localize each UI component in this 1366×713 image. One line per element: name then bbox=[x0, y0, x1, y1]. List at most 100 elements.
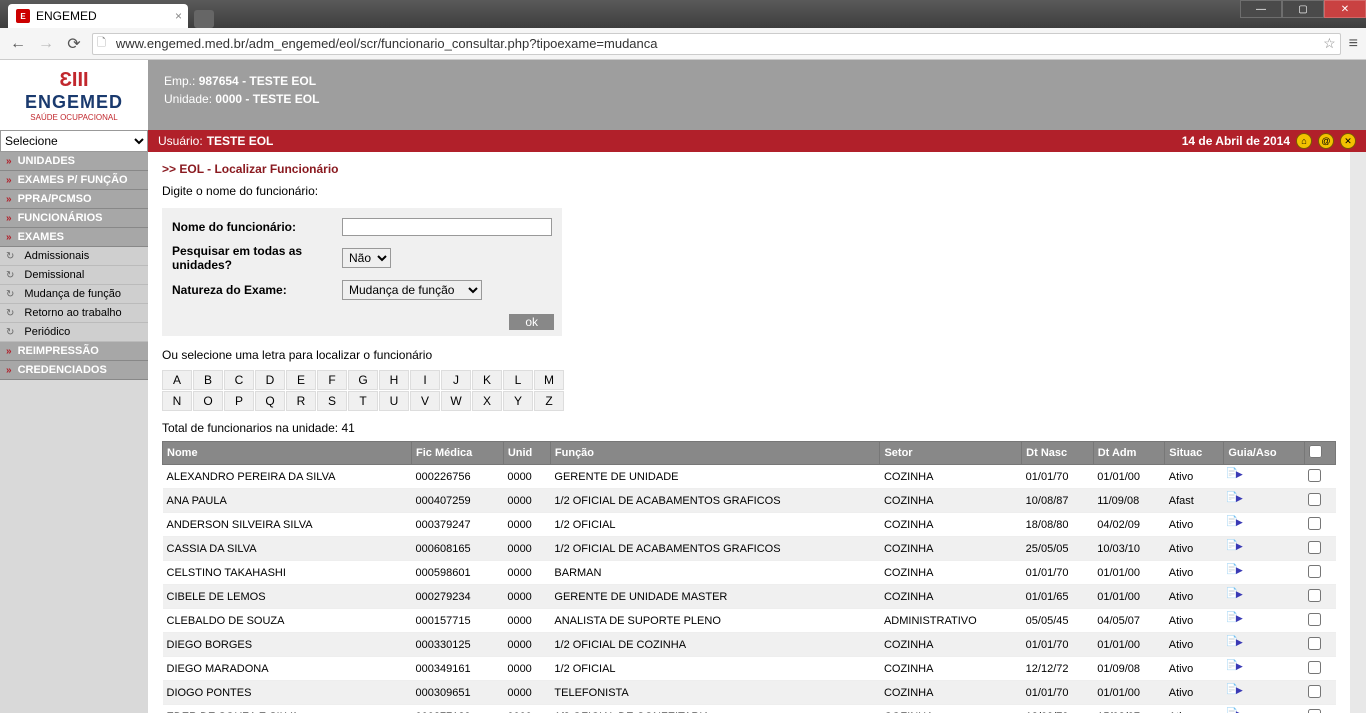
sidebar-item-label: Retorno ao trabalho bbox=[24, 307, 121, 319]
alpha-t[interactable]: T bbox=[348, 391, 378, 411]
selecione-dropdown[interactable]: Selecione bbox=[0, 130, 148, 152]
alpha-i[interactable]: I bbox=[410, 370, 440, 390]
guia-aso-icon[interactable] bbox=[1228, 636, 1242, 650]
guia-aso-icon[interactable] bbox=[1228, 612, 1242, 626]
alpha-b[interactable]: B bbox=[193, 370, 223, 390]
col-dt-nasc: Dt Nasc bbox=[1022, 442, 1094, 465]
forward-button[interactable]: → bbox=[36, 34, 56, 54]
alpha-filter: ABCDEFGHIJKLM NOPQRSTUVWXYZ bbox=[162, 370, 1336, 411]
alpha-g[interactable]: G bbox=[348, 370, 378, 390]
guia-aso-icon[interactable] bbox=[1228, 540, 1242, 554]
sidebar-item-ppra-pcmso[interactable]: »PPRA/PCMSO bbox=[0, 190, 148, 209]
cell-sit: Afast bbox=[1165, 489, 1224, 513]
guia-aso-icon[interactable] bbox=[1228, 588, 1242, 602]
cell-guia bbox=[1224, 681, 1305, 705]
alpha-k[interactable]: K bbox=[472, 370, 502, 390]
alpha-y[interactable]: Y bbox=[503, 391, 533, 411]
cell-fic: 000598601 bbox=[412, 561, 504, 585]
guia-aso-icon[interactable] bbox=[1228, 468, 1242, 482]
alpha-u[interactable]: U bbox=[379, 391, 409, 411]
vertical-scrollbar[interactable] bbox=[1350, 152, 1366, 713]
cell-guia bbox=[1224, 513, 1305, 537]
row-checkbox[interactable] bbox=[1308, 469, 1321, 482]
cell-setor: COZINHA bbox=[880, 561, 1022, 585]
alpha-h[interactable]: H bbox=[379, 370, 409, 390]
cell-unid: 0000 bbox=[503, 489, 550, 513]
sidebar-item-credenciados[interactable]: »CREDENCIADOS bbox=[0, 361, 148, 380]
natureza-select[interactable]: Mudança de função bbox=[342, 280, 482, 300]
cell-nasc: 12/12/72 bbox=[1022, 657, 1094, 681]
tab-close-icon[interactable]: × bbox=[175, 9, 182, 23]
row-checkbox[interactable] bbox=[1308, 637, 1321, 650]
row-checkbox[interactable] bbox=[1308, 541, 1321, 554]
sidebar-item-peri-dico[interactable]: Periódico bbox=[0, 323, 148, 342]
cell-fic: 000309651 bbox=[412, 681, 504, 705]
select-all-checkbox[interactable] bbox=[1309, 445, 1322, 458]
row-checkbox[interactable] bbox=[1308, 661, 1321, 674]
alpha-m[interactable]: M bbox=[534, 370, 564, 390]
alpha-o[interactable]: O bbox=[193, 391, 223, 411]
browser-menu-icon[interactable]: ≡ bbox=[1349, 35, 1358, 53]
cell-fic: 000349161 bbox=[412, 657, 504, 681]
sidebar-item-funcion-rios[interactable]: »FUNCIONÁRIOS bbox=[0, 209, 148, 228]
row-checkbox[interactable] bbox=[1308, 493, 1321, 506]
at-icon[interactable]: @ bbox=[1318, 133, 1334, 149]
alpha-c[interactable]: C bbox=[224, 370, 254, 390]
alpha-d[interactable]: D bbox=[255, 370, 285, 390]
guia-aso-icon[interactable] bbox=[1228, 492, 1242, 506]
window-maximize-button[interactable]: ▢ bbox=[1282, 0, 1324, 18]
browser-tab[interactable]: E ENGEMED × bbox=[8, 4, 188, 28]
sidebar-item-demissional[interactable]: Demissional bbox=[0, 266, 148, 285]
alpha-a[interactable]: A bbox=[162, 370, 192, 390]
alpha-n[interactable]: N bbox=[162, 391, 192, 411]
cell-adm: 01/01/00 bbox=[1093, 585, 1165, 609]
new-tab-button[interactable] bbox=[194, 10, 214, 28]
row-checkbox[interactable] bbox=[1308, 589, 1321, 602]
guia-aso-icon[interactable] bbox=[1228, 660, 1242, 674]
nome-input[interactable] bbox=[342, 218, 552, 236]
cell-fic: 000226756 bbox=[412, 465, 504, 489]
col-fun-o: Função bbox=[550, 442, 880, 465]
row-checkbox[interactable] bbox=[1308, 613, 1321, 626]
sidebar-item-unidades[interactable]: »UNIDADES bbox=[0, 152, 148, 171]
ok-button[interactable]: ok bbox=[509, 314, 554, 330]
guia-aso-icon[interactable] bbox=[1228, 564, 1242, 578]
row-checkbox[interactable] bbox=[1308, 709, 1321, 713]
row-checkbox[interactable] bbox=[1308, 685, 1321, 698]
home-icon[interactable]: ⌂ bbox=[1296, 133, 1312, 149]
bookmark-icon[interactable]: ☆ bbox=[1323, 35, 1336, 52]
todas-select[interactable]: Não bbox=[342, 248, 391, 268]
sidebar-item-mudan-a-de-fun-o[interactable]: Mudança de função bbox=[0, 285, 148, 304]
sidebar-item-exames[interactable]: »EXAMES bbox=[0, 228, 148, 247]
cell-adm: 01/01/00 bbox=[1093, 561, 1165, 585]
alpha-l[interactable]: L bbox=[503, 370, 533, 390]
row-checkbox[interactable] bbox=[1308, 565, 1321, 578]
alpha-e[interactable]: E bbox=[286, 370, 316, 390]
alpha-s[interactable]: S bbox=[317, 391, 347, 411]
window-close-button[interactable]: ✕ bbox=[1324, 0, 1366, 18]
sidebar-item-retorno-ao-trabalho[interactable]: Retorno ao trabalho bbox=[0, 304, 148, 323]
cell-sit: Ativo bbox=[1165, 585, 1224, 609]
alpha-j[interactable]: J bbox=[441, 370, 471, 390]
sidebar-item-reimpress-o[interactable]: »REIMPRESSÃO bbox=[0, 342, 148, 361]
alpha-z[interactable]: Z bbox=[534, 391, 564, 411]
guia-aso-icon[interactable] bbox=[1228, 684, 1242, 698]
alpha-f[interactable]: F bbox=[317, 370, 347, 390]
alpha-w[interactable]: W bbox=[441, 391, 471, 411]
row-checkbox[interactable] bbox=[1308, 517, 1321, 530]
address-bar[interactable] bbox=[110, 35, 1323, 53]
reload-button[interactable]: ⟳ bbox=[64, 34, 84, 54]
alpha-q[interactable]: Q bbox=[255, 391, 285, 411]
sidebar-item-admissionais[interactable]: Admissionais bbox=[0, 247, 148, 266]
guia-aso-icon[interactable] bbox=[1228, 708, 1242, 713]
alpha-x[interactable]: X bbox=[472, 391, 502, 411]
close-icon[interactable]: ✕ bbox=[1340, 133, 1356, 149]
emp-value: 987654 - TESTE EOL bbox=[199, 74, 316, 88]
window-minimize-button[interactable]: — bbox=[1240, 0, 1282, 18]
alpha-p[interactable]: P bbox=[224, 391, 254, 411]
alpha-v[interactable]: V bbox=[410, 391, 440, 411]
sidebar-item-exames-p-fun-o[interactable]: »EXAMES P/ FUNÇÃO bbox=[0, 171, 148, 190]
back-button[interactable]: ← bbox=[8, 34, 28, 54]
alpha-r[interactable]: R bbox=[286, 391, 316, 411]
guia-aso-icon[interactable] bbox=[1228, 516, 1242, 530]
